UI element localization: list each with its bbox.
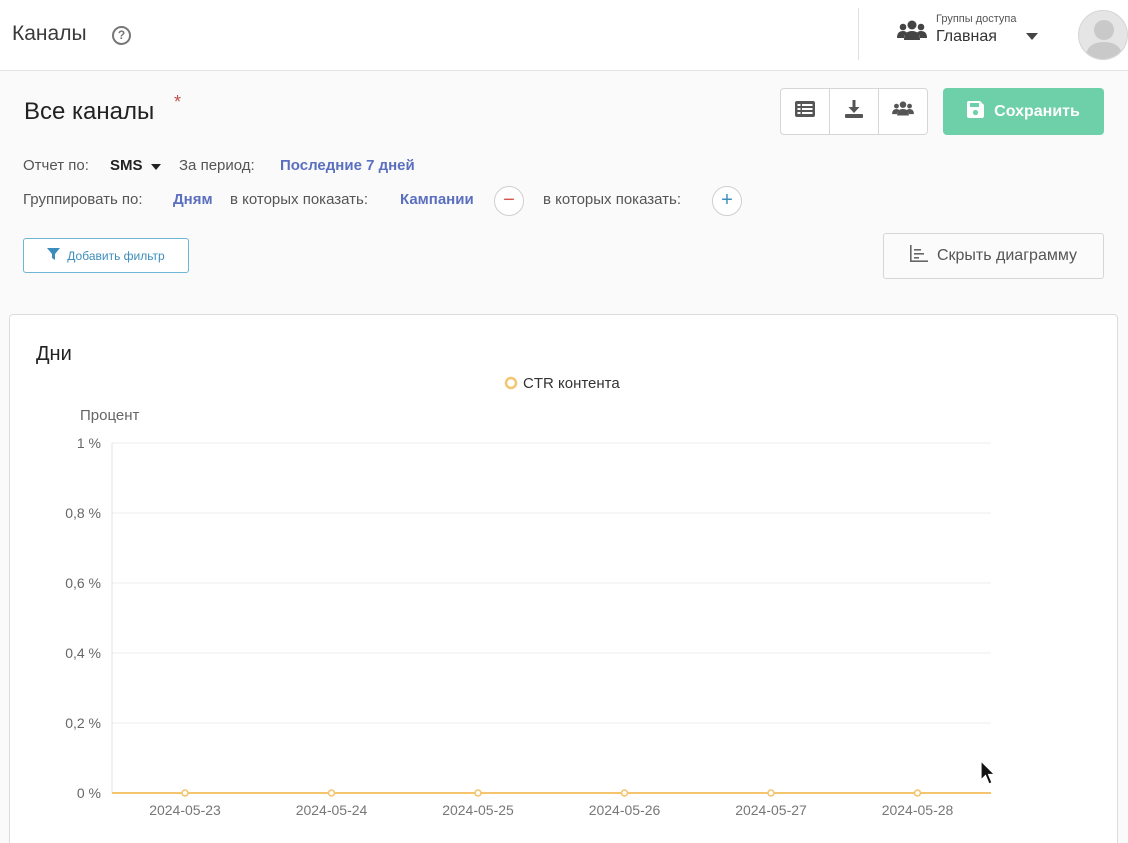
help-icon[interactable]: ? [112,26,131,45]
period-selector[interactable]: Последние 7 дней [280,157,415,174]
access-group-caption: Группы доступа [936,13,1017,25]
x-tick-label: 2024-05-23 [149,802,221,818]
mouse-cursor-icon [980,759,996,791]
download-icon [844,100,864,123]
add-dimension-button[interactable]: + [712,186,742,216]
filter-icon [47,248,61,263]
show-in-selector[interactable]: Кампании [400,191,474,208]
hide-chart-label: Скрыть диаграмму [936,247,1078,264]
users-icon[interactable] [897,20,927,47]
data-point [913,789,922,797]
y-tick-label: 0,8 % [65,505,101,521]
group-by-selector[interactable]: Дням [173,191,213,208]
list-icon [795,101,815,122]
save-button[interactable]: Сохранить [943,88,1104,135]
period-label: За период: [179,157,255,174]
y-tick-label: 0,6 % [65,575,101,591]
show-in-label-2: в которых показать: [543,191,681,208]
remove-dimension-button[interactable]: − [494,186,524,216]
data-point [474,789,482,797]
legend-marker [504,376,518,390]
y-tick-label: 1 % [77,435,101,451]
share-button[interactable] [879,89,927,134]
avatar-icon[interactable] [1078,10,1128,60]
x-tick-label: 2024-05-25 [442,802,514,818]
add-filter-button[interactable]: Добавить фильтр [23,238,189,273]
data-point [767,789,775,797]
report-by-label: Отчет по: [23,157,89,174]
x-tick-label: 2024-05-26 [589,802,661,818]
show-in-label: в которых показать: [230,191,368,208]
data-point [620,789,629,797]
access-group-selector[interactable]: Главная [936,28,997,46]
save-icon [967,100,985,123]
divider [858,8,859,60]
report-title: Все каналы [24,98,155,125]
bar-chart-icon [909,245,928,267]
caret-down-icon[interactable] [151,164,161,170]
y-tick-label: 0 % [77,785,101,801]
action-button-group [780,88,928,135]
unsaved-marker: * [174,92,182,112]
x-tick-label: 2024-05-28 [882,802,954,818]
legend-label: CTR контента [523,375,620,392]
chevron-down-icon[interactable] [1026,33,1038,40]
download-button[interactable] [830,89,879,134]
x-tick-label: 2024-05-24 [296,802,368,818]
add-filter-label: Добавить фильтр [67,248,165,263]
x-tick-label: 2024-05-27 [735,802,807,818]
y-tick-label: 0,4 % [65,645,101,661]
save-label: Сохранить [994,102,1080,120]
share-users-icon [892,101,914,122]
page-name: Каналы [12,22,87,45]
data-point [327,789,336,797]
data-point [181,789,189,797]
group-by-label: Группировать по: [23,191,143,208]
top-bar: Каналы ? Группы доступа Главная [0,0,1128,71]
hide-chart-button[interactable]: Скрыть диаграмму [883,233,1104,279]
list-view-button[interactable] [781,89,830,134]
line-chart: 0 % 0,2 % 0,4 % 0,6 % 0,8 % 1 % Процент CTR кон… [65,375,991,818]
y-tick-label: 0,2 % [65,715,101,731]
chart-card: Дни 0 % 0,2 % 0,4 % 0,6 % 0,8 % 1 % Процент CTR… [9,314,1118,843]
report-by-selector[interactable]: SMS [110,157,143,174]
y-axis-label: Процент [80,407,140,424]
